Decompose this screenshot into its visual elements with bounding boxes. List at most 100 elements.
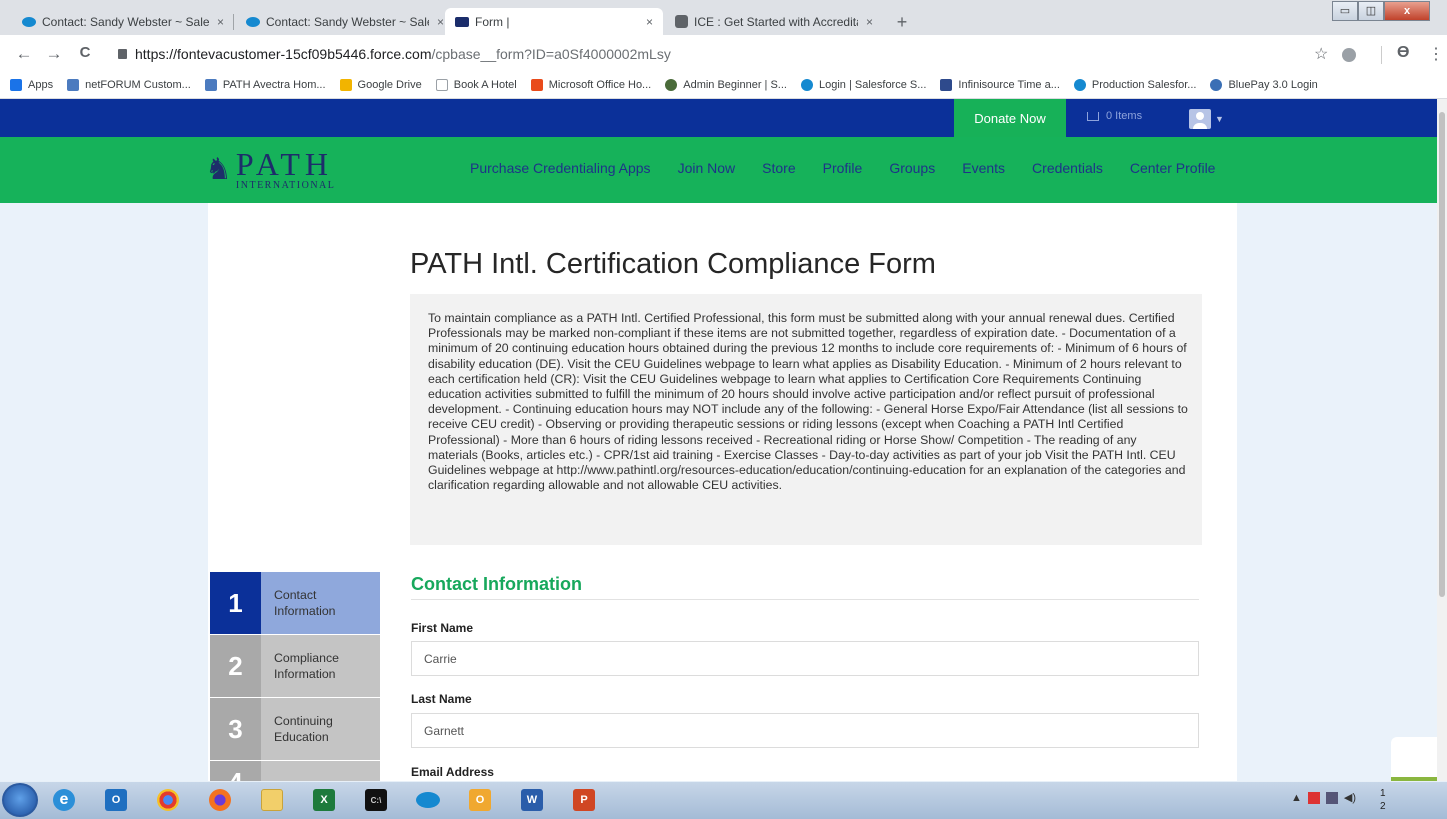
nav-center-profile[interactable]: Center Profile: [1130, 160, 1216, 176]
netforum-icon: [67, 78, 80, 91]
bookmark-label: Infinisource Time a...: [958, 78, 1060, 91]
bookmark-item[interactable]: Microsoft Office Ho...: [530, 78, 651, 91]
salesforce-cloud-icon: [416, 792, 440, 808]
user-icon: [1196, 112, 1204, 120]
folder-icon: [261, 789, 283, 811]
step-label-line1: Contact: [274, 588, 317, 602]
taskbar-firefox[interactable]: [200, 785, 240, 815]
taskbar-ie[interactable]: e: [44, 785, 84, 815]
step-label-line2: Information: [274, 604, 336, 618]
start-button[interactable]: [2, 783, 38, 817]
first-name-label: First Name: [411, 621, 474, 635]
back-button[interactable]: ←: [14, 44, 34, 64]
step-contact-information[interactable]: 1 Contact Information: [210, 572, 380, 634]
bookmarks-bar: Apps netFORUM Custom... PATH Avectra Hom…: [0, 71, 1447, 99]
taskbar-powerpoint[interactable]: P: [564, 785, 604, 815]
nav-purchase-credentialing-apps[interactable]: Purchase Credentialing Apps: [470, 160, 651, 176]
minimize-button[interactable]: ▭: [1332, 1, 1358, 21]
bookmark-item[interactable]: Google Drive: [339, 78, 422, 91]
step-4[interactable]: 4: [210, 761, 380, 781]
account-icon[interactable]: Ɵ: [1397, 44, 1409, 62]
cart-link[interactable]: 0 Items: [1087, 110, 1142, 122]
taskbar-excel[interactable]: X: [304, 785, 344, 815]
tab-label: Form |: [475, 14, 510, 29]
browser-tab-active[interactable]: Form | ×: [445, 8, 663, 35]
bookmark-item[interactable]: Login | Salesforce S...: [800, 78, 927, 91]
instructions-panel: To maintain compliance as a PATH Intl. C…: [410, 294, 1202, 545]
bookmark-star-icon[interactable]: ☆: [1314, 44, 1328, 64]
first-name-field[interactable]: Carrie: [411, 641, 1199, 676]
browser-tab[interactable]: ICE : Get Started with Accreditati ×: [665, 8, 883, 35]
tab-close-icon[interactable]: ×: [646, 15, 653, 29]
nav-store[interactable]: Store: [762, 160, 795, 176]
salesforce-cloud-icon: [800, 78, 813, 91]
bookmark-item[interactable]: Production Salesfor...: [1073, 78, 1196, 91]
bookmark-label: netFORUM Custom...: [85, 78, 191, 91]
user-avatar[interactable]: [1189, 109, 1211, 129]
extension-icon[interactable]: [1342, 48, 1356, 62]
bookmark-label: BluePay 3.0 Login: [1228, 78, 1318, 91]
volume-icon[interactable]: ◀): [1344, 791, 1356, 804]
tray-expand-icon[interactable]: ▲: [1291, 792, 1302, 804]
taskbar-cmd[interactable]: C:\: [356, 785, 396, 815]
bookmark-label: Admin Beginner | S...: [683, 78, 787, 91]
bookmark-label: Apps: [28, 78, 54, 91]
browser-tab[interactable]: Contact: Sandy Webster ~ Salesf ×: [236, 8, 454, 35]
bookmark-label: Book A Hotel: [453, 78, 517, 91]
tab-label: ICE : Get Started with Accreditati: [694, 14, 858, 29]
caret-down-icon[interactable]: ▼: [1215, 114, 1224, 124]
taskbar-outlook[interactable]: O: [460, 785, 500, 815]
tab-label: Contact: Sandy Webster ~ Salesf: [42, 14, 209, 29]
taskbar-chrome[interactable]: [148, 785, 188, 815]
taskbar-word[interactable]: W: [512, 785, 552, 815]
tab-label: Contact: Sandy Webster ~ Salesf: [266, 14, 429, 29]
window-close-button[interactable]: x: [1384, 1, 1430, 21]
path-logo[interactable]: ♞ PATH INTERNATIONAL: [205, 148, 335, 191]
last-name-field[interactable]: Garnett: [411, 713, 1199, 748]
new-tab-button[interactable]: +: [890, 12, 914, 33]
tab-close-icon[interactable]: ×: [866, 15, 873, 29]
bookmark-item[interactable]: netFORUM Custom...: [67, 78, 191, 91]
tab-close-icon[interactable]: ×: [217, 15, 224, 29]
url-path: /cpbase__form?ID=a0Sf4000002mLsy: [431, 46, 671, 62]
chat-widget[interactable]: [1391, 737, 1437, 781]
bookmark-item[interactable]: Infinisource Time a...: [940, 78, 1060, 91]
step-label: Compliance Information: [261, 650, 339, 682]
reload-button[interactable]: C: [75, 44, 95, 61]
step-continuing-education[interactable]: 3 Continuing Education: [210, 698, 380, 760]
nav-profile[interactable]: Profile: [823, 160, 863, 176]
tab-close-icon[interactable]: ×: [437, 15, 444, 29]
taskbar-outlook-app[interactable]: O: [96, 785, 136, 815]
donate-now-button[interactable]: Donate Now: [954, 99, 1066, 137]
browser-menu-icon[interactable]: ⋮: [1428, 44, 1444, 64]
logo-subtitle: INTERNATIONAL: [235, 180, 336, 191]
forward-button[interactable]: →: [44, 44, 64, 64]
bookmark-item[interactable]: Admin Beginner | S...: [665, 78, 787, 91]
network-icon[interactable]: [1325, 791, 1338, 804]
step-label-line2: Education: [274, 730, 329, 744]
scrollbar-thumb[interactable]: [1439, 112, 1445, 597]
maximize-button[interactable]: ◫: [1358, 1, 1384, 21]
section-divider: [411, 599, 1199, 600]
step-number: 1: [210, 572, 261, 634]
bookmark-apps[interactable]: Apps: [10, 78, 54, 91]
bookmark-item[interactable]: PATH Avectra Hom...: [204, 78, 326, 91]
action-center-icon[interactable]: [1307, 791, 1320, 804]
taskbar-explorer[interactable]: [252, 785, 292, 815]
browser-tab[interactable]: Contact: Sandy Webster ~ Salesf ×: [12, 8, 234, 35]
address-bar[interactable]: https://fontevacustomer-15cf09b5446.forc…: [108, 40, 1338, 68]
nav-groups[interactable]: Groups: [889, 160, 935, 176]
nav-credentials[interactable]: Credentials: [1032, 160, 1103, 176]
bookmark-item[interactable]: Book A Hotel: [435, 78, 517, 91]
toolbar-divider: [1381, 46, 1382, 64]
page-icon: [435, 78, 448, 91]
step-compliance-information[interactable]: 2 Compliance Information: [210, 635, 380, 697]
powerpoint-icon: P: [573, 789, 595, 811]
taskbar-salesforce[interactable]: [408, 785, 448, 815]
bookmark-item[interactable]: BluePay 3.0 Login: [1210, 78, 1318, 91]
ice-site-icon: [675, 15, 688, 28]
nav-events[interactable]: Events: [962, 160, 1005, 176]
taskbar-clock[interactable]: 1 2: [1380, 787, 1386, 813]
bookmark-label: Login | Salesforce S...: [818, 78, 927, 91]
nav-join-now[interactable]: Join Now: [678, 160, 736, 176]
